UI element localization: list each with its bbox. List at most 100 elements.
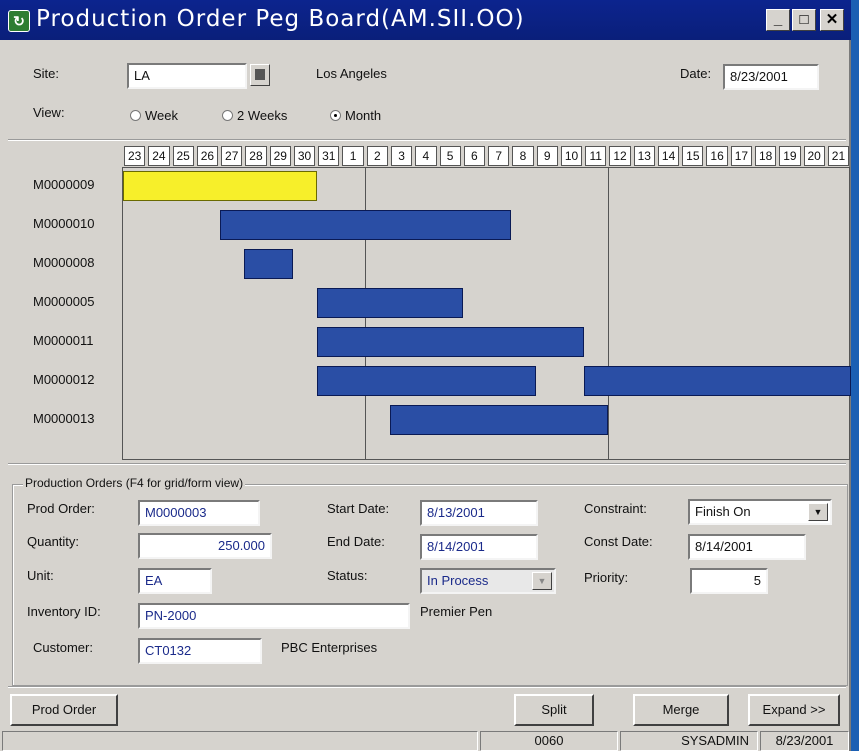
date-input[interactable]: 8/23/2001 (723, 64, 819, 90)
status-code: 0060 (480, 731, 618, 751)
order-label: M0000005 (33, 294, 95, 309)
header-divider (8, 139, 846, 141)
view-week-label: Week (145, 107, 178, 123)
order-bar[interactable] (244, 249, 293, 279)
customer-label: Customer: (33, 640, 93, 655)
day-cell: 7 (488, 146, 510, 166)
status-label: Status: (327, 568, 368, 583)
inventory-label: Inventory ID: (27, 604, 101, 619)
view-month-radio[interactable]: Month (330, 106, 381, 124)
split-button[interactable]: Split (514, 694, 594, 726)
radio-dot (130, 109, 141, 121)
unit-label: Unit: (27, 568, 54, 583)
day-cell: 25 (172, 146, 194, 166)
quantity-input[interactable]: 250.000 (138, 533, 272, 559)
prod-order-input[interactable]: M0000003 (138, 500, 260, 526)
day-cell: 5 (439, 146, 461, 166)
day-cell: 15 (682, 146, 704, 166)
prod-order-label: Prod Order: (27, 501, 95, 516)
order-label: M0000010 (33, 216, 95, 231)
prod-order-button[interactable]: Prod Order (10, 694, 118, 726)
maximize-button[interactable]: □ (792, 9, 816, 31)
status-date: 8/23/2001 (760, 731, 849, 751)
start-date-input[interactable]: 8/13/2001 (420, 500, 538, 526)
day-cell: 12 (609, 146, 631, 166)
day-cell: 18 (755, 146, 777, 166)
day-cell: 1 (342, 146, 364, 166)
day-cell: 27 (221, 146, 243, 166)
end-date-input[interactable]: 8/14/2001 (420, 534, 538, 560)
inventory-description: Premier Pen (420, 604, 493, 619)
expand-button-label: Expand >> (762, 702, 826, 717)
status-message (2, 731, 478, 751)
order-bar[interactable] (317, 366, 536, 396)
day-cell: 30 (293, 146, 316, 166)
day-cell: 13 (633, 146, 655, 166)
day-cell: 28 (245, 146, 267, 166)
order-bar[interactable] (389, 405, 609, 435)
day-cell: 20 (803, 146, 825, 166)
radio-dot-selected (330, 109, 341, 121)
constraint-label: Constraint: (584, 501, 647, 516)
order-bar[interactable] (317, 288, 463, 318)
group-title: Production Orders (F4 for grid/form view… (23, 476, 246, 490)
order-bar[interactable] (220, 210, 512, 240)
day-cell: 21 (827, 146, 850, 166)
close-button[interactable]: ✕ (820, 9, 844, 31)
app-icon[interactable]: ↻ (8, 10, 30, 32)
order-bar[interactable] (584, 366, 852, 396)
window-title: Production Order Peg Board(AM.SII.OO) (36, 6, 525, 32)
site-input[interactable]: LA (127, 63, 247, 89)
order-bar[interactable] (123, 171, 318, 201)
priority-label: Priority: (584, 570, 629, 585)
date-label: Date: (680, 66, 712, 81)
day-cell: 31 (318, 146, 340, 166)
status-user: SYSADMIN (620, 731, 758, 751)
day-cell: 9 (536, 146, 558, 166)
order-label: M0000008 (33, 255, 95, 270)
day-cell: 19 (779, 146, 801, 166)
chevron-down-icon[interactable]: ▼ (808, 503, 828, 521)
const-date-input[interactable]: 8/14/2001 (688, 534, 806, 560)
day-cell: 8 (512, 146, 534, 166)
day-cell: 17 (730, 146, 753, 166)
constraint-select[interactable]: Finish On ▼ (688, 499, 832, 525)
title-bar[interactable]: ↻ Production Order Peg Board(AM.SII.OO) … (0, 0, 851, 40)
order-label: M0000011 (33, 333, 94, 348)
view-label: View: (33, 105, 65, 120)
order-label: M0000009 (33, 177, 95, 192)
day-cell: 4 (415, 146, 437, 166)
view-week-radio[interactable]: Week (130, 106, 178, 124)
order-bar[interactable] (317, 327, 585, 357)
view-2weeks-radio[interactable]: 2 Weeks (222, 106, 287, 124)
day-cell: 3 (390, 146, 413, 166)
merge-button-label: Merge (662, 702, 700, 717)
start-date-label: Start Date: (327, 501, 390, 516)
customer-input[interactable]: CT0132 (138, 638, 262, 664)
merge-button[interactable]: Merge (633, 694, 729, 726)
site-name: Los Angeles (316, 66, 387, 81)
peg-board-chart[interactable] (122, 167, 852, 460)
view-month-label: Month (345, 107, 382, 123)
priority-input[interactable]: 5 (690, 568, 768, 594)
unit-input[interactable]: EA (138, 568, 212, 594)
app-window: ↻ Production Order Peg Board(AM.SII.OO) … (0, 0, 852, 751)
end-date-label: End Date: (327, 534, 385, 549)
day-cell: 11 (585, 146, 607, 166)
chart-divider (8, 463, 846, 465)
site-lookup-button[interactable] (250, 64, 270, 86)
customer-name: PBC Enterprises (281, 640, 378, 655)
constraint-value: Finish On (695, 504, 751, 519)
expand-button[interactable]: Expand >> (748, 694, 840, 726)
day-cell: 26 (196, 146, 219, 166)
footer-divider (8, 686, 846, 688)
order-label: M0000013 (33, 411, 95, 426)
inventory-input[interactable]: PN-2000 (138, 603, 410, 629)
chevron-down-icon: ▼ (532, 572, 552, 590)
lookup-icon (255, 69, 265, 80)
status-value: In Process (427, 573, 489, 588)
day-cell: 29 (269, 146, 291, 166)
minimize-button[interactable]: _ (766, 9, 790, 31)
day-cell: 6 (463, 146, 486, 166)
day-cell: 23 (124, 146, 146, 166)
